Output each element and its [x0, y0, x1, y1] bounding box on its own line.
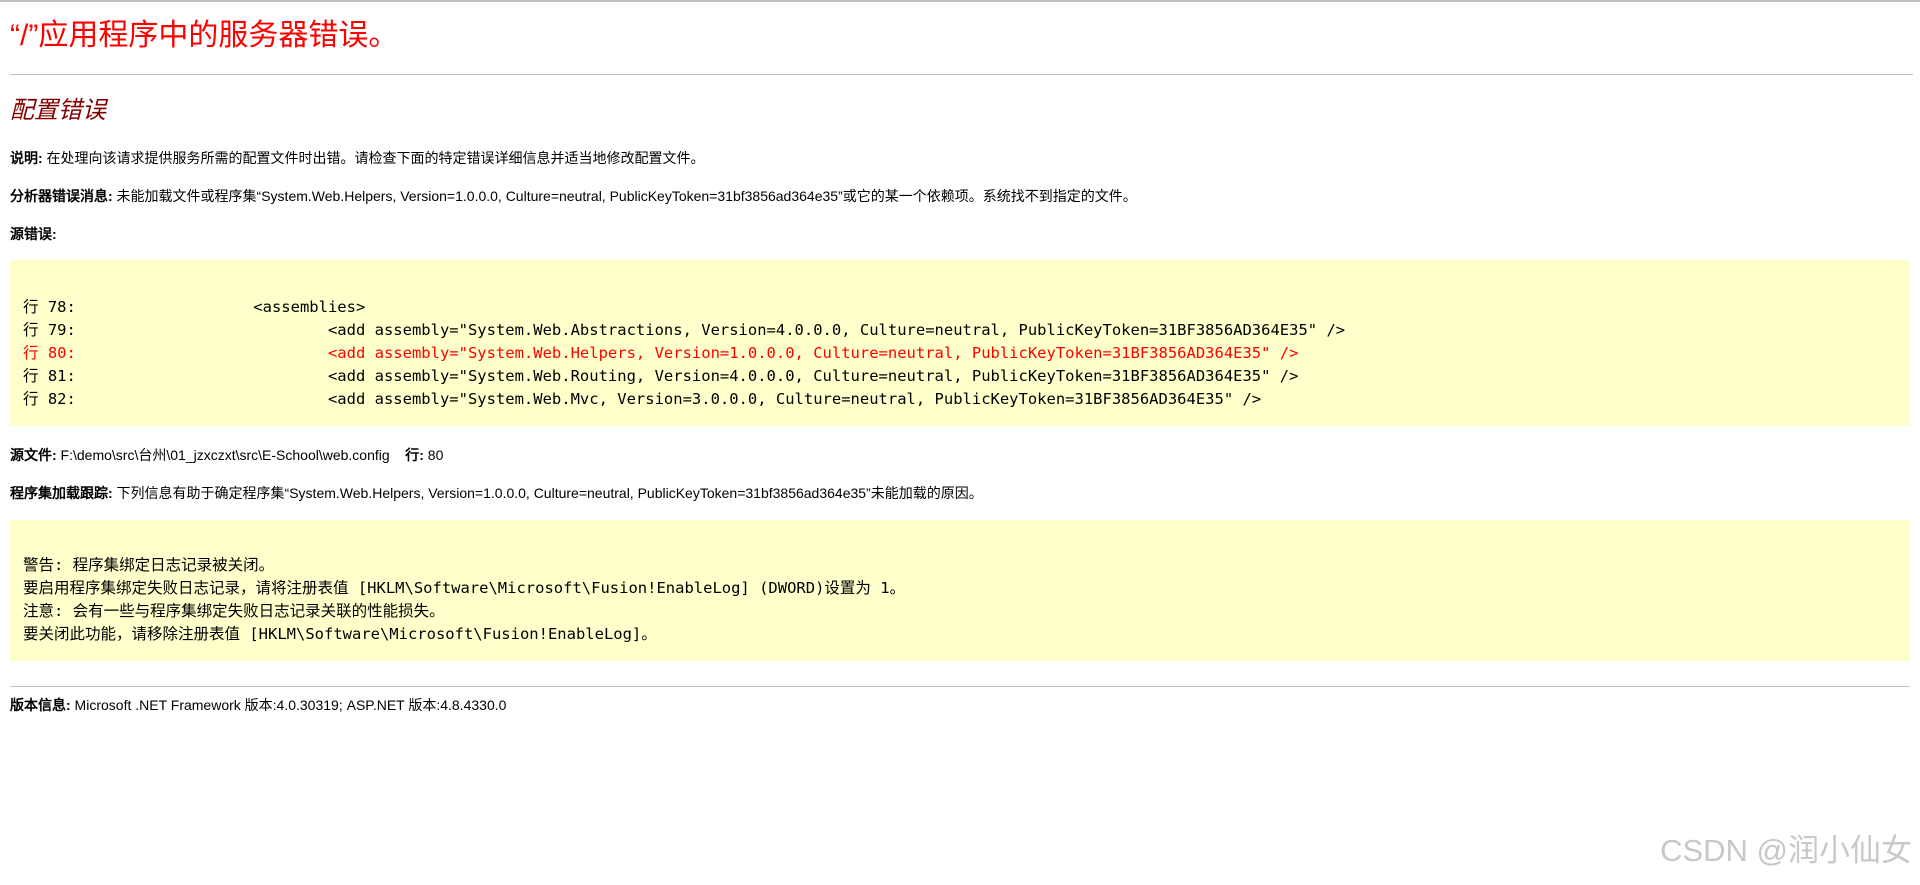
source-error-paragraph: 源错误:	[10, 225, 57, 243]
source-error-label: 源错误:	[10, 226, 57, 242]
source-line-number: 行 80:	[23, 344, 76, 362]
source-line-code: <add assembly="System.Web.Routing, Versi…	[104, 367, 1299, 385]
source-line-number: 行 79:	[23, 321, 76, 339]
version-paragraph: 版本信息: Microsoft .NET Framework 版本:4.0.30…	[10, 696, 506, 714]
csdn-watermark: CSDN @润小仙女	[1660, 833, 1912, 868]
page-title: “/”应用程序中的服务器错误。	[10, 19, 399, 52]
source-line-code: <add assembly="System.Web.Helpers, Versi…	[104, 344, 1299, 362]
parser-error-paragraph: 分析器错误消息: 未能加载文件或程序集“System.Web.Helpers, …	[10, 187, 1137, 205]
source-line: 行 79: <add assembly="System.Web.Abstract…	[23, 319, 1345, 342]
trace-line: 警告: 程序集绑定日志记录被关闭。	[23, 556, 275, 574]
browser-top-border	[0, 0, 1920, 2]
description-text: 在处理向该请求提供服务所需的配置文件时出错。请检查下面的特定错误详细信息并适当地…	[42, 150, 705, 166]
source-line-code: <assemblies>	[104, 298, 366, 316]
source-line-number: 行 78:	[23, 298, 76, 316]
source-line-number: 行 81:	[23, 367, 76, 385]
trace-line: 注意: 会有一些与程序集绑定失败日志记录关联的性能损失。	[23, 602, 445, 620]
source-line: 行 82: <add assembly="System.Web.Mvc, Ver…	[23, 388, 1345, 411]
source-line-code: <add assembly="System.Web.Mvc, Version=3…	[104, 390, 1262, 408]
source-line-error: 行 80: <add assembly="System.Web.Helpers,…	[23, 342, 1345, 365]
version-divider	[10, 686, 1910, 687]
line-value: 80	[423, 447, 444, 463]
source-code-box: 行 78: <assemblies> 行 79: <add assembly="S…	[10, 260, 1910, 426]
source-line: 行 81: <add assembly="System.Web.Routing,…	[23, 365, 1345, 388]
trace-line: 要启用程序集绑定失败日志记录，请将注册表值 [HKLM\Software\Mic…	[23, 579, 906, 597]
source-line-number: 行 82:	[23, 390, 76, 408]
source-file-label: 源文件:	[10, 447, 57, 463]
source-file-paragraph: 源文件: F:\demo\src\台州\01_jzxczxt\src\E-Sch…	[10, 446, 443, 464]
parser-error-text: 未能加载文件或程序集“System.Web.Helpers, Version=1…	[112, 188, 1137, 204]
trace-lines: 警告: 程序集绑定日志记录被关闭。要启用程序集绑定失败日志记录，请将注册表值 […	[23, 554, 905, 646]
source-line: 行 78: <assemblies>	[23, 296, 1345, 319]
error-type-heading: 配置错误	[10, 97, 106, 124]
title-divider	[10, 74, 1913, 75]
trace-line: 要关闭此功能，请移除注册表值 [HKLM\Software\Microsoft\…	[23, 625, 657, 643]
description-label: 说明:	[10, 150, 43, 166]
source-file-path: F:\demo\src\台州\01_jzxczxt\src\E-School\w…	[56, 447, 390, 463]
source-code-lines: 行 78: <assemblies> 行 79: <add assembly="S…	[23, 296, 1345, 411]
assembly-trace-label: 程序集加载跟踪:	[10, 485, 113, 501]
line-label: 行:	[405, 447, 424, 463]
description-paragraph: 说明: 在处理向该请求提供服务所需的配置文件时出错。请检查下面的特定错误详细信息…	[10, 149, 705, 167]
version-label: 版本信息:	[10, 697, 71, 713]
parser-error-label: 分析器错误消息:	[10, 188, 113, 204]
version-text: Microsoft .NET Framework 版本:4.0.30319; A…	[70, 697, 507, 713]
trace-box: 警告: 程序集绑定日志记录被关闭。要启用程序集绑定失败日志记录，请将注册表值 […	[10, 520, 1910, 661]
source-line-code: <add assembly="System.Web.Abstractions, …	[104, 321, 1346, 339]
assembly-trace-paragraph: 程序集加载跟踪: 下列信息有助于确定程序集“System.Web.Helpers…	[10, 484, 983, 502]
assembly-trace-text: 下列信息有助于确定程序集“System.Web.Helpers, Version…	[112, 485, 983, 501]
